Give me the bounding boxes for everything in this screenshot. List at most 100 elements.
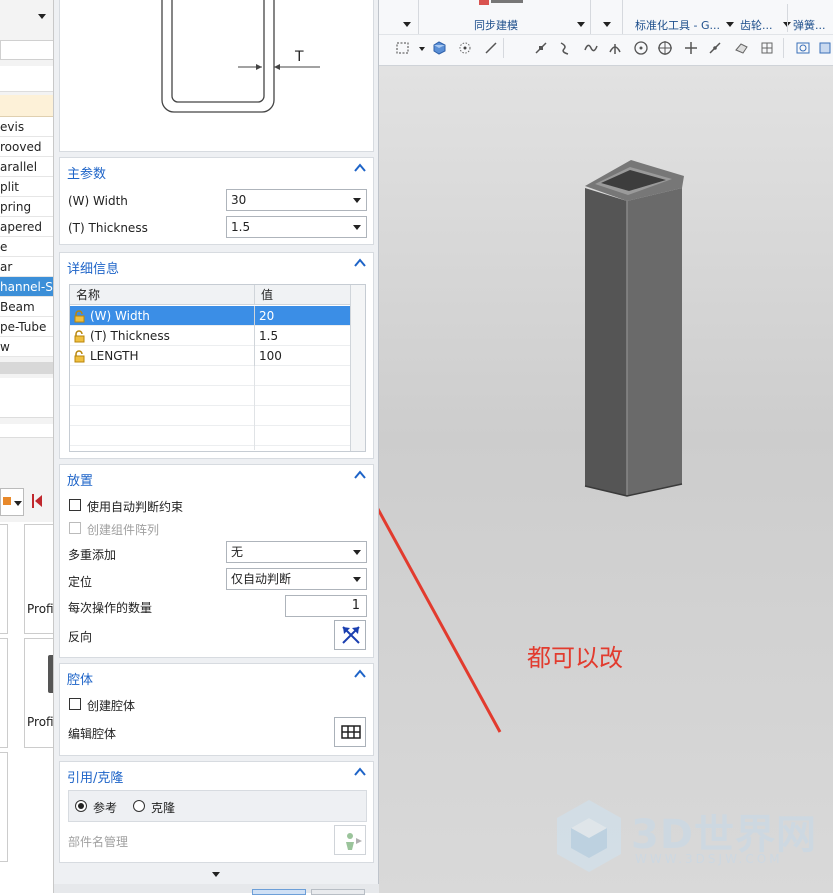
intersection-icon[interactable] — [607, 40, 623, 56]
first-page-icon[interactable] — [32, 492, 44, 510]
info-row — [0, 424, 53, 438]
table-scrollbar[interactable] — [350, 285, 365, 451]
face-snap-icon[interactable] — [733, 40, 749, 56]
more-options-expander[interactable] — [59, 866, 374, 882]
chevron-down-icon[interactable] — [577, 22, 585, 27]
zoom-fit-icon[interactable] — [795, 40, 811, 56]
create-array-checkbox[interactable] — [69, 522, 81, 534]
ok-button[interactable] — [252, 889, 306, 895]
cancel-button[interactable] — [311, 889, 365, 895]
tree-item[interactable]: e — [0, 237, 53, 257]
column-header-value[interactable]: 值 — [254, 285, 350, 305]
main-params-section: 主参数 (W) Width 30 (T) Thickness 1.5 — [59, 157, 374, 245]
tree-item[interactable]: pring — [0, 197, 53, 217]
tree-scrollbar[interactable] — [0, 362, 53, 374]
gallery-tile[interactable]: Profi — [24, 638, 53, 748]
line-icon[interactable] — [483, 40, 499, 56]
edit-cavity-button[interactable] — [334, 717, 366, 747]
unlock-icon[interactable] — [73, 310, 86, 323]
table-row[interactable]: (T) Thickness 1.5 — [70, 326, 350, 346]
gallery-tile-label: Profi — [27, 602, 54, 616]
gallery-tile[interactable] — [0, 638, 8, 748]
empty-rows — [70, 366, 350, 450]
param-value[interactable]: 20 — [254, 306, 350, 326]
reverse-label: 反向 — [68, 630, 93, 644]
curve-icon[interactable] — [557, 40, 573, 56]
vertex-snap-icon[interactable] — [457, 40, 473, 56]
param-name: (T) Thickness — [90, 329, 170, 343]
sync-tool-icon[interactable] — [479, 0, 489, 5]
gallery-tile[interactable] — [0, 524, 8, 634]
table-row[interactable]: (W) Width 20 — [70, 306, 350, 326]
param-value[interactable]: 1.5 — [254, 326, 350, 346]
tree-item[interactable]: arallel — [0, 157, 53, 177]
unlock-icon[interactable] — [73, 350, 86, 363]
point-on-curve-icon[interactable] — [707, 40, 723, 56]
chevron-down-icon[interactable] — [403, 22, 411, 27]
thickness-dropdown[interactable]: 1.5 — [226, 216, 367, 238]
tree-item[interactable]: ar — [0, 257, 53, 277]
position-dropdown[interactable]: 仅自动判断 — [226, 568, 367, 590]
tree-item[interactable]: rooved — [0, 137, 53, 157]
tree-header — [0, 95, 53, 117]
reference-clone-section: 引用/克隆 参考 克隆 部件名管理 — [59, 761, 374, 863]
param-value[interactable]: 100 — [254, 346, 350, 366]
grid-snap-icon[interactable] — [759, 40, 775, 56]
section-title: 引用/克隆 — [67, 771, 124, 786]
tree-item[interactable]: evis — [0, 117, 53, 137]
spline-icon[interactable] — [583, 40, 599, 56]
table-row[interactable]: LENGTH 100 — [70, 346, 350, 366]
gallery-tile[interactable]: Profi — [24, 524, 54, 634]
gallery-tile[interactable] — [0, 752, 8, 862]
clone-radio[interactable] — [133, 800, 145, 812]
tree-item[interactable]: apered — [0, 217, 53, 237]
unlock-icon[interactable] — [73, 330, 86, 343]
tree-item[interactable]: Beam — [0, 297, 53, 317]
plus-snap-icon[interactable] — [683, 40, 699, 56]
solid-body-icon[interactable] — [431, 40, 447, 56]
endpoint-snap-icon[interactable] — [533, 40, 549, 56]
create-cavity-checkbox[interactable] — [69, 698, 81, 710]
collapse-caret-icon[interactable] — [353, 256, 367, 270]
part-name-mgmt-button[interactable] — [334, 825, 366, 855]
width-dropdown[interactable]: 30 — [226, 189, 367, 211]
param-name: LENGTH — [90, 349, 139, 363]
selection-box-icon[interactable] — [395, 40, 411, 56]
count-input[interactable]: 1 — [285, 595, 367, 617]
graphics-viewport[interactable]: 都可以改 3D世界网 WWW.3DSJW.COM — [379, 66, 833, 893]
square-tube-model[interactable] — [379, 66, 833, 893]
profile-diagram: T — [59, 0, 374, 152]
position-label: 定位 — [68, 575, 93, 589]
circle-center-icon[interactable] — [633, 40, 649, 56]
auto-constraint-checkbox[interactable] — [69, 499, 81, 511]
tree-filter-field[interactable] — [0, 40, 53, 60]
chevron-down-icon[interactable] — [419, 47, 425, 51]
reference-radio[interactable] — [75, 800, 87, 812]
tree-item[interactable]: hannel-Se — [0, 277, 53, 297]
tree-item[interactable]: pe-Tube — [0, 317, 53, 337]
quadrant-icon[interactable] — [657, 40, 673, 56]
collapse-caret-icon[interactable] — [353, 468, 367, 482]
tree-item[interactable]: plit — [0, 177, 53, 197]
ribbon-group — [593, 0, 623, 34]
reverse-button[interactable] — [334, 620, 366, 650]
tree-item[interactable]: w — [0, 337, 53, 357]
chevron-down-icon[interactable] — [38, 14, 46, 19]
collapse-caret-icon[interactable] — [353, 765, 367, 779]
gallery-view-dropdown[interactable] — [0, 488, 24, 516]
view-orient-icon[interactable] — [817, 40, 833, 56]
chevron-down-icon[interactable] — [726, 22, 734, 27]
multi-add-dropdown[interactable]: 无 — [226, 541, 367, 563]
chevron-down-icon[interactable] — [603, 22, 611, 27]
ribbon-group-label: 同步建模 — [474, 19, 518, 32]
column-divider — [254, 366, 255, 450]
collapse-caret-icon[interactable] — [353, 161, 367, 175]
details-section: 详细信息 名称 值 (W) Width 20 (T) Thickness 1.5 LEN… — [59, 252, 374, 459]
column-header-name[interactable]: 名称 — [70, 285, 254, 305]
ribbon-group — [379, 0, 419, 34]
reuse-library-dialog: T 主参数 (W) Width 30 (T) Thickness 1.5 详细信… — [54, 0, 379, 895]
edit-cavity-label: 编辑腔体 — [68, 727, 117, 741]
sync-tool-icon[interactable] — [491, 0, 523, 3]
watermark: 3D世界网 WWW.3DSJW.COM — [549, 796, 829, 876]
collapse-caret-icon[interactable] — [353, 667, 367, 681]
